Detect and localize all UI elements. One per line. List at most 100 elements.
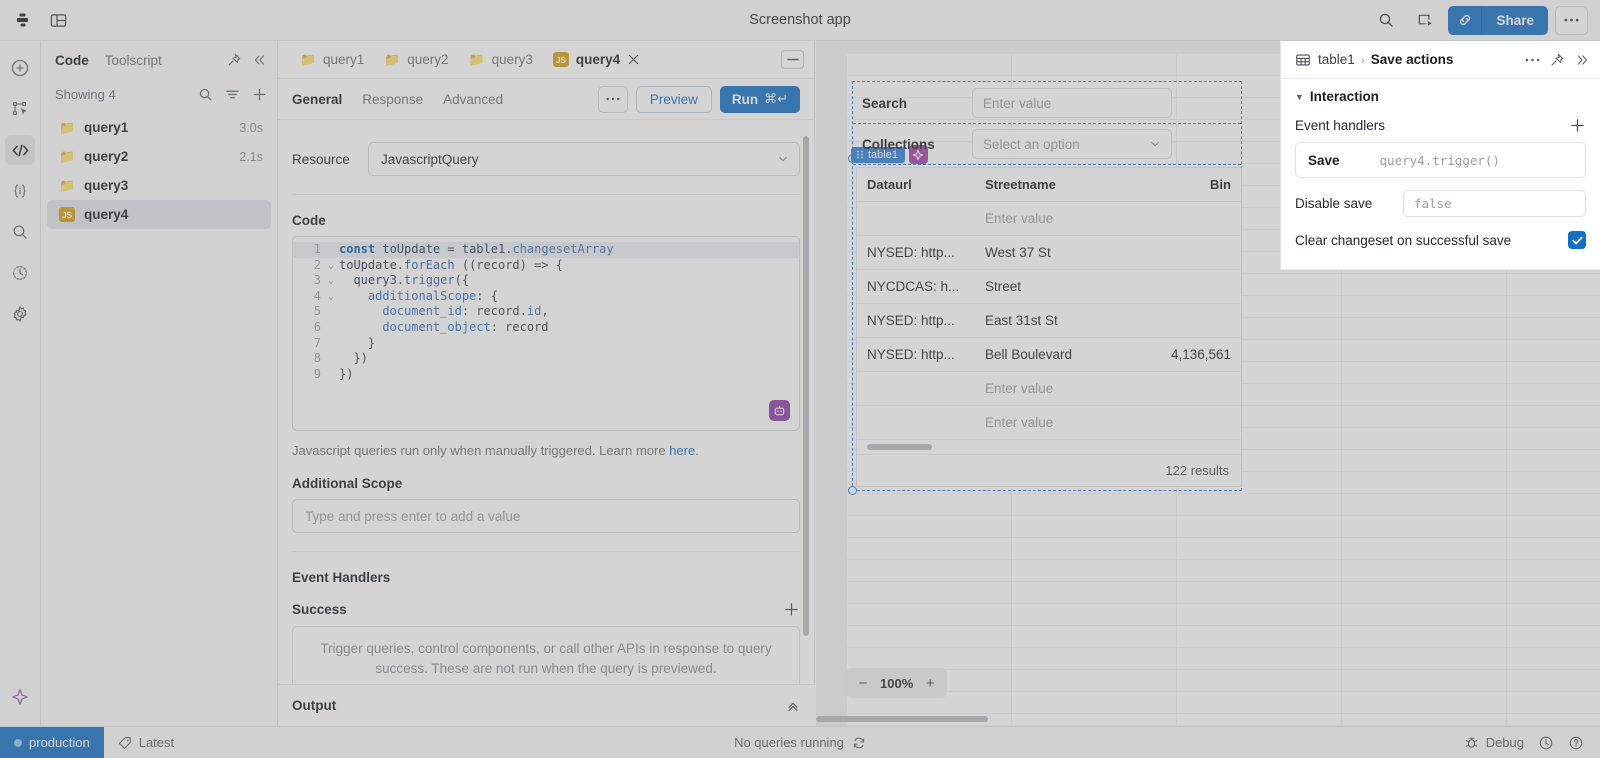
cell-bin[interactable] [1125, 235, 1241, 270]
disable-save-input[interactable]: false [1403, 190, 1586, 217]
column-header-dataurl[interactable]: Dataurl [857, 168, 975, 202]
interaction-section-header[interactable]: ▼ Interaction [1295, 89, 1586, 104]
component-select-icon[interactable] [5, 94, 35, 124]
list-item-query4[interactable]: JS query4 [47, 200, 271, 229]
filter-icon[interactable] [225, 87, 240, 102]
cell-dataurl[interactable]: NYSED: http... [857, 337, 975, 372]
search-input[interactable]: Enter value [972, 88, 1172, 118]
more-dots-icon[interactable] [1525, 58, 1540, 62]
pin-icon[interactable] [226, 52, 242, 68]
gear-icon[interactable] [5, 299, 35, 329]
cell-streetname[interactable]: West 37 St [975, 235, 1125, 270]
cell-dataurl[interactable] [857, 201, 975, 236]
query-tab-query1[interactable]: 📁 query1 [292, 48, 372, 71]
plus-circle-icon[interactable] [5, 53, 35, 83]
environment-selector[interactable]: production [0, 726, 104, 758]
table-row[interactable]: NYSED: http... Bell Boulevard 4,136,561 [857, 337, 1241, 372]
cell-bin[interactable] [1125, 405, 1241, 440]
cell-streetname[interactable]: Enter value [975, 371, 1125, 406]
editor-more-button[interactable] [597, 85, 628, 113]
tab-code[interactable]: Code [55, 53, 89, 68]
fold-chevron-icon[interactable]: ⌄ [328, 273, 334, 289]
clear-changeset-checkbox[interactable] [1568, 231, 1586, 249]
cell-bin[interactable] [1125, 303, 1241, 338]
cell-streetname[interactable]: Enter value [975, 405, 1125, 440]
zoom-out-button[interactable]: − [856, 675, 870, 692]
event-handler-save[interactable]: Save query4.trigger() [1295, 142, 1586, 178]
fold-chevron-icon[interactable]: ⌄ [328, 289, 334, 305]
code-content[interactable]: const toUpdate = table1.changesetArray to… [325, 242, 799, 382]
list-item[interactable]: 📁 query1 3.0s [47, 113, 271, 142]
deploy-icon[interactable] [1409, 5, 1441, 35]
ai-sparkle-icon[interactable] [5, 682, 35, 712]
cell-dataurl[interactable] [857, 371, 975, 406]
learn-more-link[interactable]: here [669, 443, 695, 458]
sidebar-search-icon[interactable] [5, 217, 35, 247]
chevrons-left-icon[interactable] [251, 52, 267, 68]
cell-dataurl[interactable]: NYSED: http... [857, 235, 975, 270]
tab-toolscript[interactable]: Toolscript [105, 53, 162, 68]
chevrons-up-icon[interactable] [785, 698, 801, 714]
layout-panel-icon[interactable] [42, 5, 74, 35]
collapse-panel-icon[interactable] [781, 50, 804, 69]
ai-robot-icon[interactable] [769, 400, 790, 421]
refresh-icon[interactable] [852, 736, 866, 750]
debug-button[interactable]: Debug [1464, 735, 1524, 750]
cell-streetname[interactable]: Bell Boulevard [975, 337, 1125, 372]
fold-chevron-icon[interactable]: ⌄ [328, 258, 334, 274]
cell-bin[interactable] [1125, 201, 1241, 236]
add-event-handler-button[interactable] [1569, 117, 1586, 134]
list-item[interactable]: 📁 query3 [47, 171, 271, 200]
additional-scope-input[interactable]: Type and press enter to add a value [292, 499, 800, 533]
cell-bin[interactable] [1125, 269, 1241, 304]
table-row[interactable]: Enter value [857, 201, 1241, 236]
tab-response[interactable]: Response [362, 92, 423, 107]
cell-dataurl[interactable] [857, 405, 975, 440]
cell-bin[interactable] [1125, 371, 1241, 406]
top-bar-more-button[interactable] [1555, 5, 1588, 35]
table-row[interactable]: NYSED: http... West 37 St [857, 235, 1241, 270]
plus-icon[interactable] [252, 87, 267, 102]
tab-general[interactable]: General [292, 92, 342, 107]
editor-vertical-scrollbar[interactable] [803, 136, 809, 636]
cell-streetname[interactable]: Enter value [975, 201, 1125, 236]
run-button[interactable]: Run ⌘↵ [719, 85, 800, 113]
close-icon[interactable] [628, 54, 639, 65]
column-header-bin[interactable]: Bin [1125, 168, 1241, 202]
search-icon[interactable] [198, 87, 213, 102]
cell-dataurl[interactable]: NYSED: http... [857, 303, 975, 338]
chevrons-right-icon[interactable] [1574, 52, 1590, 68]
preview-button[interactable]: Preview [635, 85, 712, 113]
list-item[interactable]: 📁 query2 2.1s [47, 142, 271, 171]
table-horizontal-scrollbar[interactable] [867, 444, 932, 450]
table-row[interactable]: NYCDCAS: h... Street [857, 269, 1241, 304]
cell-bin[interactable]: 4,136,561 [1125, 337, 1241, 372]
cell-streetname[interactable]: East 31st St [975, 303, 1125, 338]
cell-streetname[interactable]: Street [975, 269, 1125, 304]
tab-advanced[interactable]: Advanced [443, 92, 503, 107]
pin-icon[interactable] [1549, 52, 1565, 68]
clock-icon[interactable] [1538, 735, 1554, 751]
state-braces-icon[interactable] [5, 176, 35, 206]
resize-handle[interactable] [848, 486, 857, 495]
table-widget[interactable]: Dataurl Streetname Bin Enter value NYSED… [856, 167, 1242, 487]
query-tab-query2[interactable]: 📁 query2 [376, 48, 456, 71]
resource-select[interactable]: JavascriptQuery [368, 142, 800, 176]
breadcrumb-parent[interactable]: table1 [1318, 52, 1355, 67]
table-row[interactable]: Enter value [857, 371, 1241, 406]
clock-history-icon[interactable] [5, 258, 35, 288]
version-selector[interactable]: Latest [104, 735, 188, 750]
query-tab-query3[interactable]: 📁 query3 [461, 48, 541, 71]
cell-dataurl[interactable]: NYCDCAS: h... [857, 269, 975, 304]
search-icon[interactable] [1370, 5, 1402, 35]
sidebar-item-code[interactable] [5, 135, 35, 165]
link-icon[interactable] [1448, 5, 1483, 35]
add-success-handler-button[interactable] [783, 601, 800, 618]
share-button[interactable]: Share [1482, 5, 1548, 35]
code-editor[interactable]: 1 2 ⌄ 3 ⌄ 4 ⌄ 5 6 7 8 9 const toUpdate = ta… [292, 236, 800, 431]
column-header-streetname[interactable]: Streetname [975, 168, 1125, 202]
caret-down-icon[interactable]: ▼ [1295, 92, 1304, 102]
help-circle-icon[interactable] [1568, 735, 1584, 751]
canvas-horizontal-scrollbar[interactable] [816, 716, 988, 722]
table-row[interactable]: NYSED: http... East 31st St [857, 303, 1241, 338]
